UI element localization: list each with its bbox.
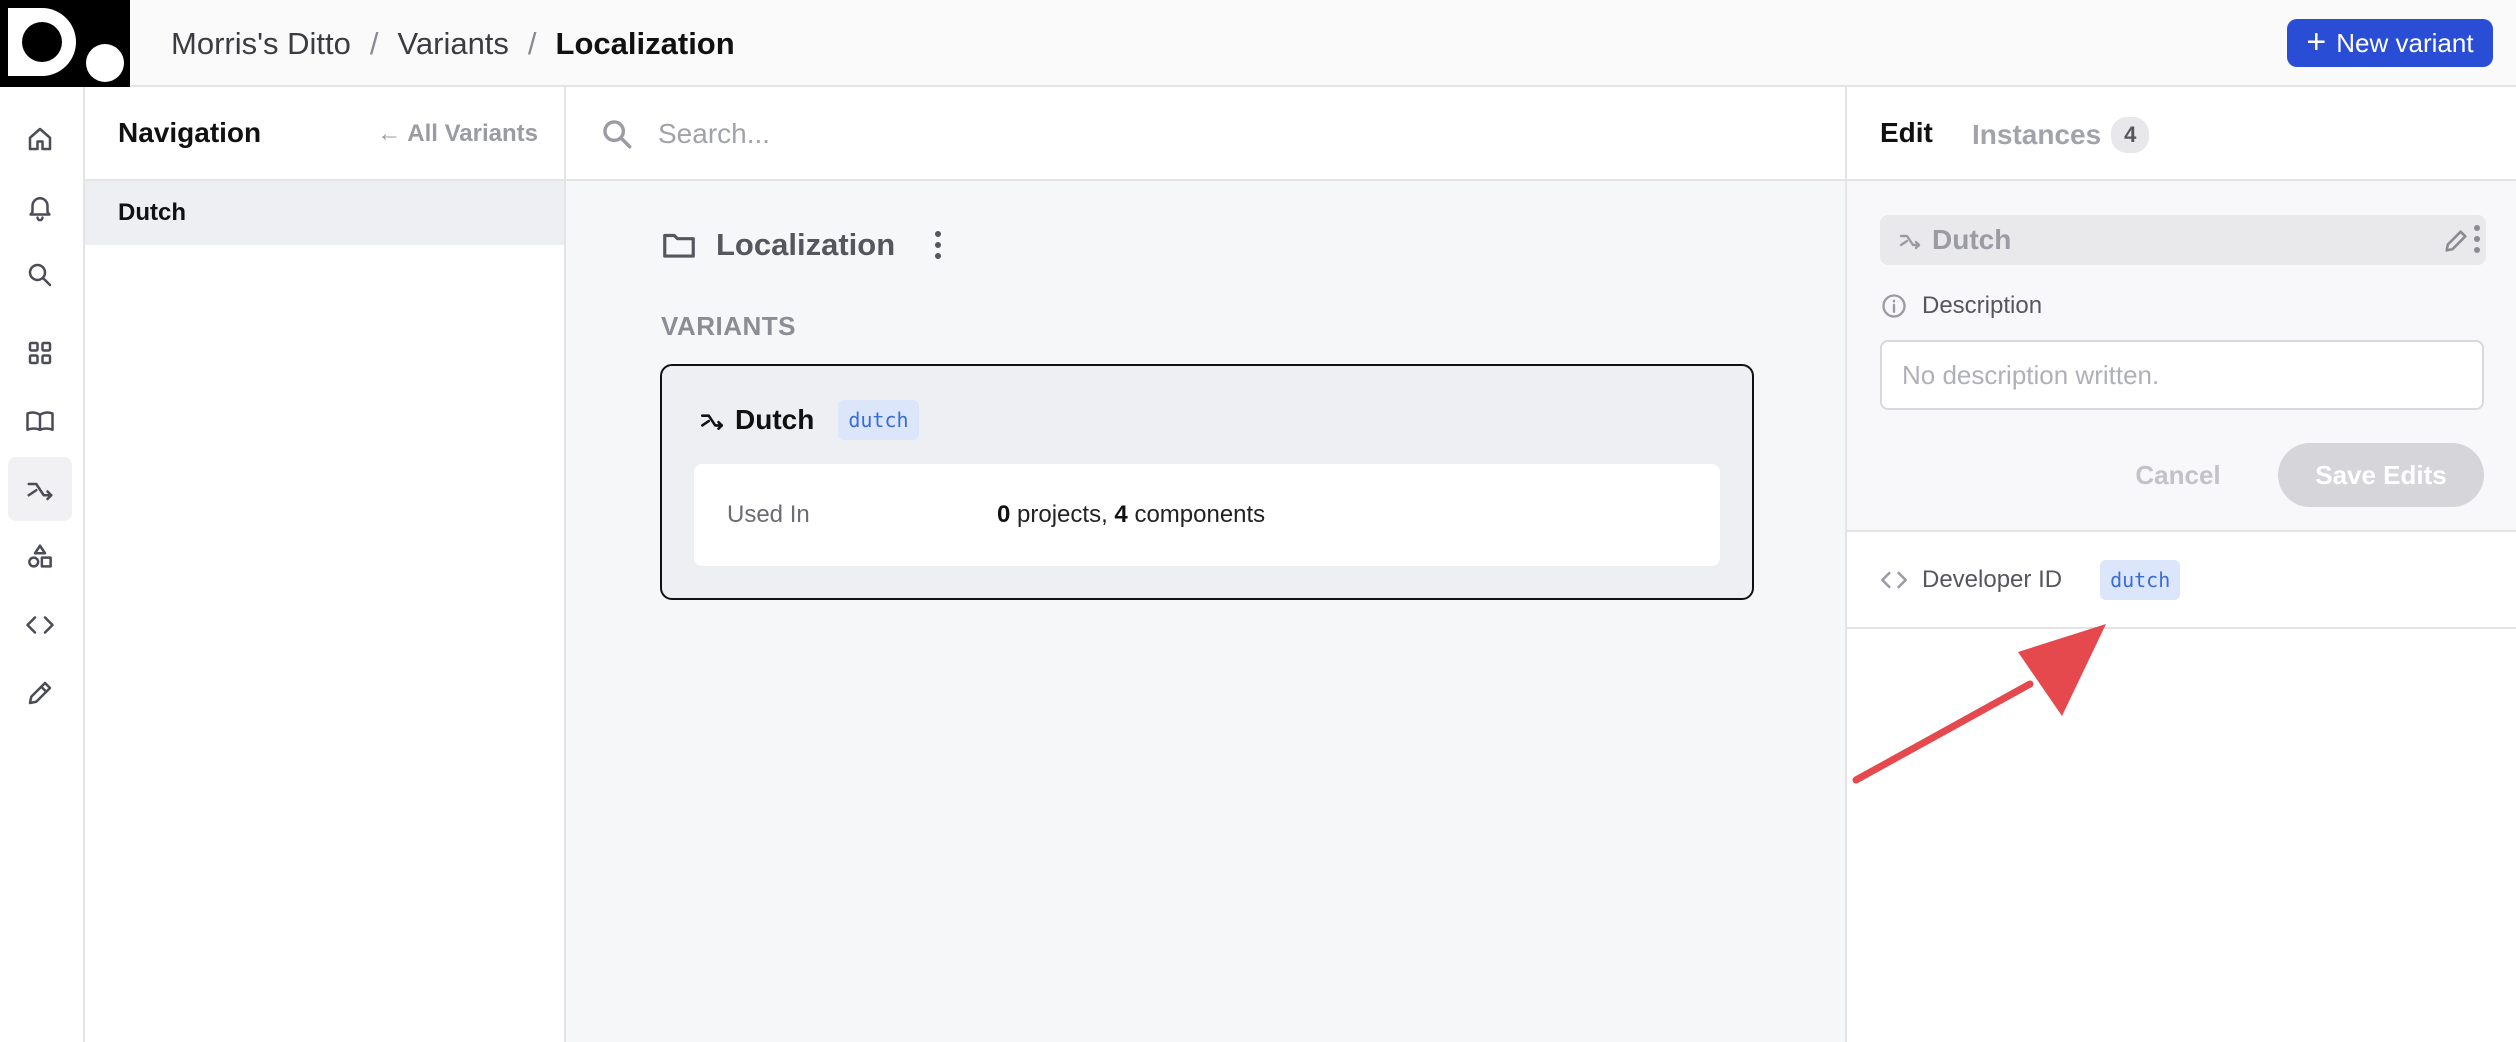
- components-count: 4: [1114, 501, 1128, 528]
- search-bar: [566, 87, 1845, 181]
- folder-title: Localization: [716, 227, 896, 262]
- search-icon: [600, 117, 634, 151]
- plus-icon: +: [2306, 22, 2327, 61]
- developer-id-tag[interactable]: dutch: [2100, 560, 2181, 600]
- icon-rail: [0, 87, 85, 1042]
- navigation-panel: Navigation ← All Variants Dutch: [85, 87, 566, 1042]
- arrow-left-icon: ←: [377, 120, 402, 147]
- folder-header: Localization: [660, 225, 942, 265]
- top-bar: Morris's Ditto / Variants / Localization…: [0, 0, 2516, 87]
- projects-word: projects,: [1017, 501, 1108, 528]
- code-icon: [1881, 571, 1907, 589]
- pencil-icon[interactable]: [2442, 227, 2470, 255]
- variant-name-value: Dutch: [1932, 224, 2012, 255]
- all-variants-link[interactable]: ← All Variants: [377, 120, 538, 148]
- breadcrumb-workspace[interactable]: Morris's Ditto: [171, 26, 351, 62]
- variant-card-header: Dutch dutch: [699, 400, 919, 440]
- developer-id-section: Developer ID dutch: [1847, 532, 2516, 629]
- tab-edit[interactable]: Edit: [1880, 117, 1933, 149]
- code-icon[interactable]: [8, 593, 72, 657]
- components-word: components: [1134, 501, 1266, 528]
- new-variant-label: New variant: [2336, 27, 2474, 58]
- developer-id-label: Developer ID: [1922, 566, 2063, 593]
- search-icon[interactable]: [8, 243, 72, 307]
- description-input[interactable]: [1880, 340, 2484, 410]
- breadcrumb-separator: /: [369, 25, 379, 61]
- pen-icon[interactable]: [8, 661, 72, 725]
- variant-icon: [1899, 234, 1921, 250]
- description-label-row: Description: [1880, 292, 2042, 320]
- description-label: Description: [1922, 292, 2043, 319]
- logo-shape: [8, 8, 76, 76]
- breadcrumb-current: Localization: [555, 25, 735, 61]
- variant-icon: [700, 414, 724, 430]
- projects-count: 0: [997, 501, 1011, 528]
- developer-id-row: Developer ID dutch: [1880, 560, 2181, 600]
- edit-section: Dutch Description Cancel Save Edits: [1847, 181, 2516, 532]
- nav-item-dutch[interactable]: Dutch: [85, 181, 564, 245]
- tab-instances[interactable]: Instances 4: [1972, 117, 2150, 153]
- home-icon[interactable]: [8, 107, 72, 171]
- navigation-title: Navigation: [118, 117, 262, 148]
- book-icon[interactable]: [8, 389, 72, 453]
- shapes-icon[interactable]: [8, 525, 72, 589]
- used-in-value: 0 projects, 4 components: [997, 501, 1265, 529]
- variants-section-label: VARIANTS: [661, 311, 796, 341]
- grid-icon[interactable]: [8, 321, 72, 385]
- search-input[interactable]: [658, 109, 1558, 159]
- variant-icon[interactable]: [8, 457, 72, 521]
- all-variants-label: All Variants: [407, 120, 538, 147]
- logo-dot: [86, 44, 124, 82]
- folder-icon: [663, 233, 695, 258]
- breadcrumb-separator: /: [527, 25, 537, 61]
- main-content: Localization VARIANTS Dutch dutch Used I…: [566, 87, 1847, 1042]
- instances-count-badge: 4: [2111, 117, 2150, 153]
- used-in-label: Used In: [727, 501, 810, 528]
- variant-name-field[interactable]: Dutch: [1880, 215, 2486, 265]
- save-edits-button[interactable]: Save Edits: [2278, 443, 2484, 507]
- breadcrumb-variants[interactable]: Variants: [398, 26, 509, 62]
- variant-more-icon[interactable]: [2474, 225, 2480, 253]
- ditto-logo[interactable]: [0, 0, 130, 87]
- cancel-button[interactable]: Cancel: [2118, 443, 2238, 507]
- details-panel: Edit Instances 4 Dutch Description Cance…: [1847, 87, 2516, 1042]
- info-icon: [1882, 294, 1906, 318]
- variant-usage: Used In 0 projects, 4 components: [694, 464, 1720, 566]
- variant-tag: dutch: [838, 400, 919, 440]
- navigation-header: Navigation ← All Variants: [85, 87, 564, 181]
- variant-name: Dutch: [735, 404, 815, 435]
- breadcrumb: Morris's Ditto / Variants / Localization: [171, 0, 735, 87]
- tab-instances-label: Instances: [1972, 119, 2102, 150]
- variant-card[interactable]: Dutch dutch Used In 0 projects, 4 compon…: [660, 364, 1754, 600]
- details-tabs: Edit Instances 4: [1847, 87, 2516, 181]
- bell-icon[interactable]: [8, 175, 72, 239]
- new-variant-button[interactable]: + New variant: [2287, 19, 2493, 67]
- folder-more-icon[interactable]: [935, 231, 942, 259]
